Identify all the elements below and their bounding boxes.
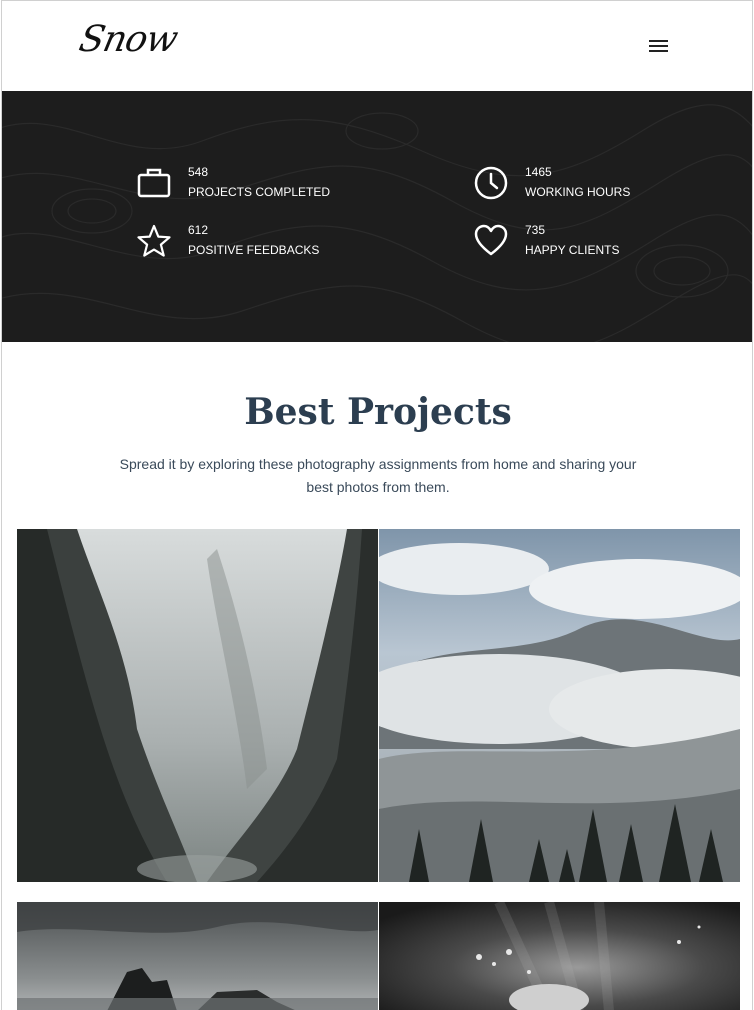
page: Snow 548 PROJECTS COMPLETED 1465 WORKING…: [1, 0, 753, 1010]
site-header: Snow: [2, 1, 752, 91]
section-title: Best Projects: [244, 391, 512, 433]
coastal-rocks-photo: [17, 902, 378, 1010]
stats-section: 548 PROJECTS COMPLETED 1465 WORKING HOUR…: [2, 91, 752, 342]
project-image-foggy-canyon[interactable]: [17, 529, 378, 882]
project-image-coastal-rocks[interactable]: [17, 902, 378, 1010]
topographic-background: [2, 104, 752, 342]
stat-value: 735: [525, 223, 546, 237]
underwater-photo: [379, 902, 740, 1010]
site-logo[interactable]: Snow: [76, 19, 181, 60]
star-icon: [137, 224, 171, 257]
project-image-underwater[interactable]: [379, 902, 740, 1010]
project-image-cloudy-forest[interactable]: [379, 529, 740, 882]
stat-value: 548: [188, 165, 209, 179]
cloudy-forest-photo: [379, 529, 740, 882]
stat-label: WORKING HOURS: [525, 185, 631, 199]
stat-value: 612: [188, 223, 209, 237]
stat-label: HAPPY CLIENTS: [525, 243, 620, 257]
section-subtitle: Spread it by exploring these photography…: [119, 456, 637, 495]
foggy-canyon-photo: [17, 529, 378, 882]
stat-label: PROJECTS COMPLETED: [188, 185, 331, 199]
stat-value: 1465: [525, 165, 552, 179]
briefcase-icon: [137, 168, 171, 198]
heart-icon: [474, 224, 508, 256]
clock-icon: [474, 166, 508, 200]
hamburger-menu-icon[interactable]: [647, 37, 671, 55]
stat-label: POSITIVE FEEDBACKS: [188, 243, 320, 257]
